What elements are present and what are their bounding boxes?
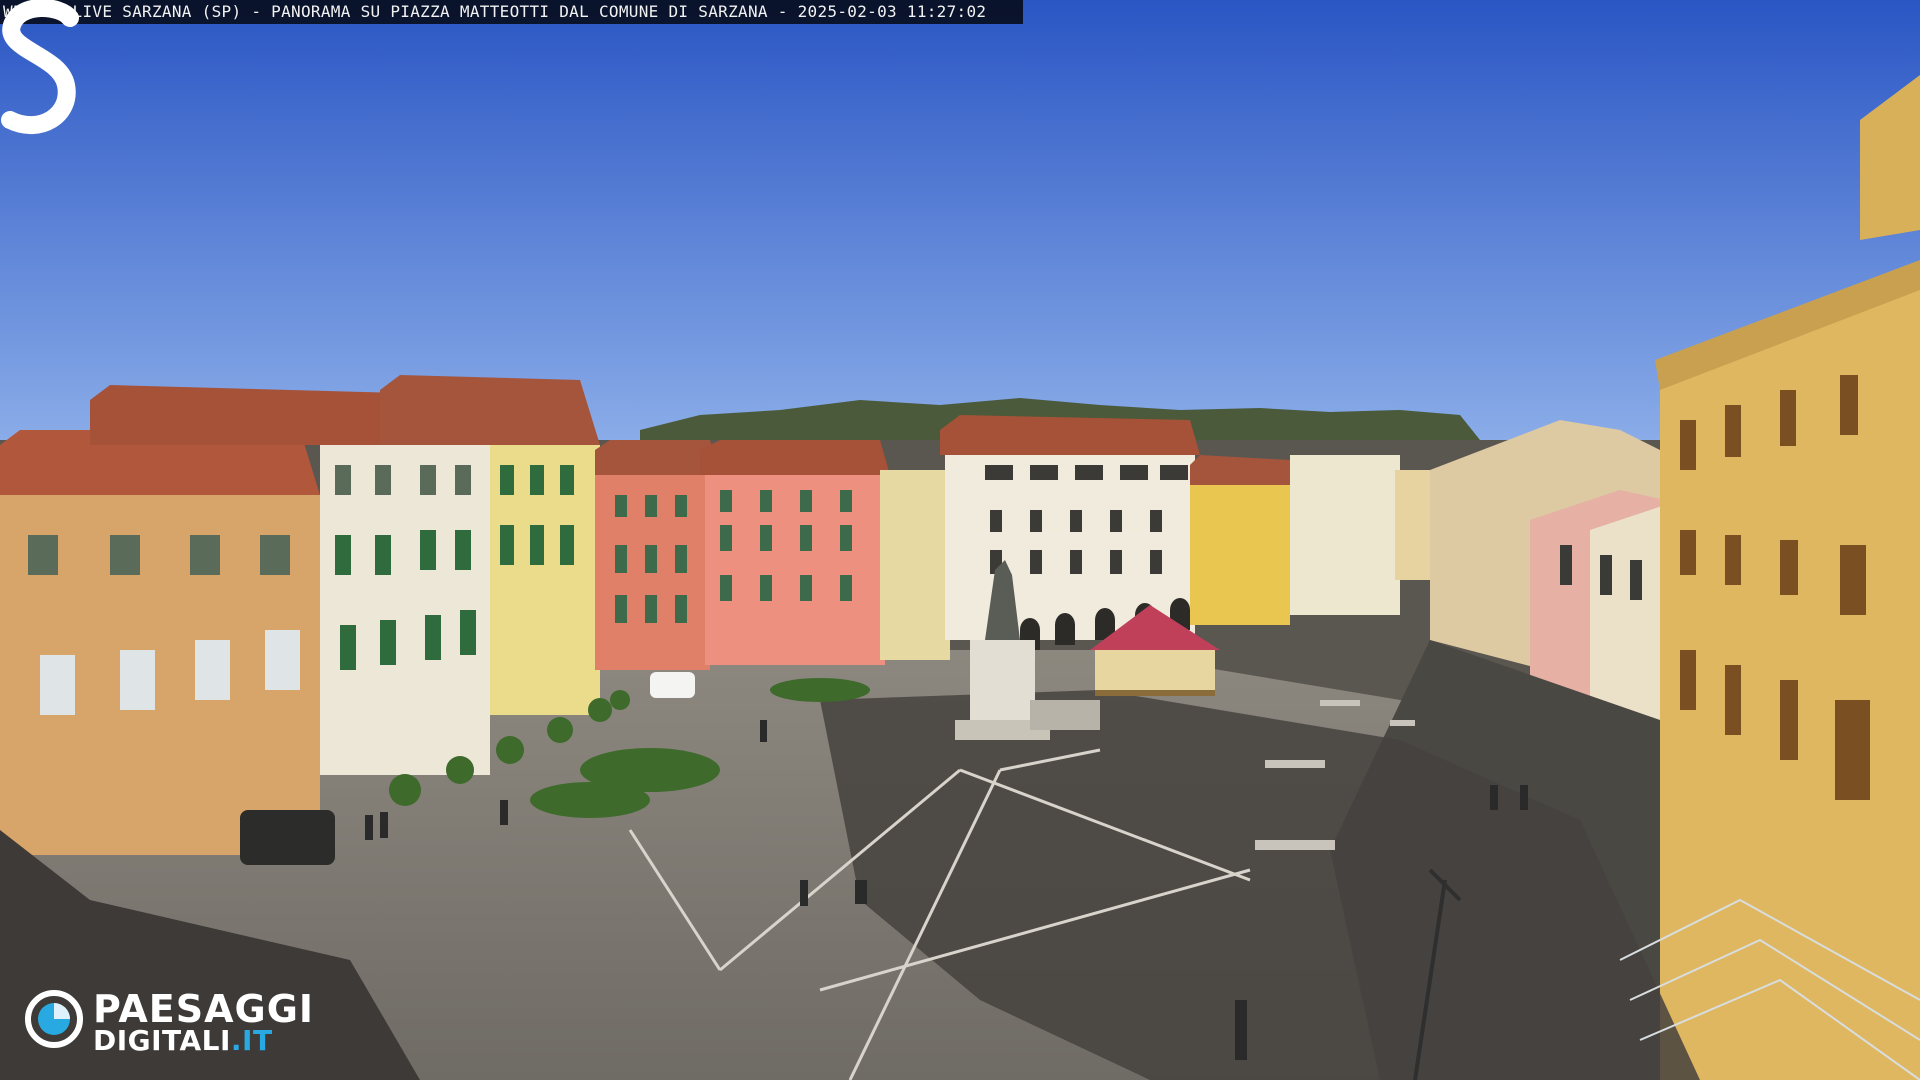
dark-van [240, 810, 335, 865]
white-car [650, 672, 695, 698]
piazza-scene [0, 0, 1920, 1080]
logo-brand-line1: PAESAGGI [93, 987, 315, 1031]
logo-brand-main: DIGITALI [93, 1024, 231, 1057]
sky [0, 0, 1920, 440]
caption-bar: WEBCAM LIVE SARZANA (SP) - PANORAMA SU P… [0, 0, 1023, 24]
webcam-caption: WEBCAM LIVE SARZANA (SP) - PANORAMA SU P… [3, 2, 987, 21]
webcam-frame: WEBCAM LIVE SARZANA (SP) - PANORAMA SU P… [0, 0, 1920, 1080]
eye-logo-icon [25, 990, 83, 1048]
s-logo-icon [1, 0, 79, 134]
logo-brand-line2: DIGITALI.IT [93, 1026, 273, 1056]
logo-brand-tld: .IT [230, 1024, 273, 1057]
paesaggi-digitali-logo: PAESAGGI DIGITALI.IT [25, 990, 345, 1060]
